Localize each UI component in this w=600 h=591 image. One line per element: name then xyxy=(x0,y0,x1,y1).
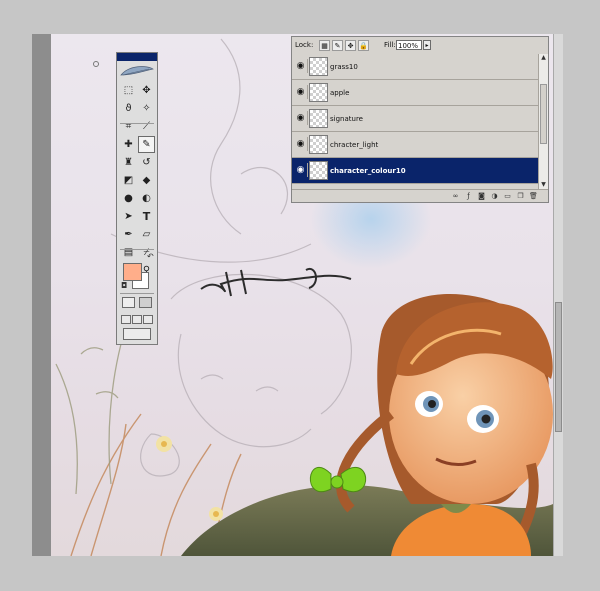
quick-mask-button[interactable] xyxy=(139,297,152,308)
history-brush-icon[interactable]: ↺ xyxy=(138,154,155,171)
layers-scrollbar[interactable]: ▲ ▼ xyxy=(538,54,548,189)
canvas-vertical-scrollbar[interactable] xyxy=(553,34,563,556)
lock-all-icon[interactable]: 🔒 xyxy=(358,40,369,51)
tool-grid: ⬚ ✥ ϑ ✧ ⌗ ⟋ ✚ ✎ ♜ ↺ ◩ ◆ ● ◐ ➤ T ✒ ▱ ▤ ⌿ … xyxy=(120,82,156,280)
layer-name: signature xyxy=(330,115,363,123)
stamp-icon[interactable]: ♜ xyxy=(120,154,137,171)
standard-screen-button[interactable] xyxy=(121,315,131,324)
tools-palette-titlebar[interactable] xyxy=(117,53,157,61)
scrollbar-thumb[interactable] xyxy=(555,302,562,432)
lock-label: Lock: xyxy=(295,41,314,49)
blur-icon[interactable]: ● xyxy=(120,190,137,207)
pen-icon[interactable]: ✒ xyxy=(120,226,137,243)
fill-arrow-icon[interactable]: ▸ xyxy=(423,40,431,50)
fill-input[interactable]: 100% xyxy=(396,40,422,50)
standard-mode-button[interactable] xyxy=(122,297,135,308)
dodge-icon[interactable]: ◐ xyxy=(138,190,155,207)
lock-image-icon[interactable]: ✎ xyxy=(332,40,343,51)
path-select-icon[interactable]: ➤ xyxy=(120,208,137,225)
tool-separator xyxy=(120,293,154,294)
layer-row[interactable]: ◉ signature xyxy=(292,106,538,132)
tools-palette: ⬚ ✥ ϑ ✧ ⌗ ⟋ ✚ ✎ ♜ ↺ ◩ ◆ ● ◐ ➤ T ✒ ▱ ▤ ⌿ … xyxy=(116,52,158,345)
slice-icon[interactable]: ⟋ xyxy=(138,118,155,135)
layers-scrollbar-thumb[interactable] xyxy=(540,84,547,144)
layer-list: ◉ grass10 ◉ apple ◉ signature ◉ chracter… xyxy=(292,54,538,189)
new-layer-icon[interactable]: ❐ xyxy=(516,192,525,201)
marquee-icon[interactable]: ⬚ xyxy=(120,82,137,99)
workspace-gutter xyxy=(32,34,51,556)
visibility-eye-icon[interactable]: ◉ xyxy=(294,111,308,125)
layer-thumbnail xyxy=(309,161,328,180)
layer-thumbnail xyxy=(309,83,328,102)
layer-thumbnail xyxy=(309,135,328,154)
full-screen-menu-button[interactable] xyxy=(132,315,142,324)
default-colors-icon[interactable]: ◘ xyxy=(121,281,127,290)
visibility-eye-icon[interactable]: ◉ xyxy=(294,85,308,99)
visibility-eye-icon[interactable]: ◉ xyxy=(294,59,308,73)
layer-row[interactable]: ◉ chracter_light xyxy=(292,132,538,158)
notes-icon[interactable]: ▤ xyxy=(120,244,137,261)
swap-colors-icon[interactable]: ↶ xyxy=(147,252,154,261)
trash-icon[interactable]: 🗑 xyxy=(529,192,538,201)
lock-transparent-icon[interactable]: ▦ xyxy=(319,40,330,51)
layer-thumbnail xyxy=(309,57,328,76)
adjustment-icon[interactable]: ◑ xyxy=(490,192,499,201)
full-screen-button[interactable] xyxy=(143,315,153,324)
layers-options-bar: Lock: ▦ ✎ ✥ 🔒 Fill: 100% ▸ xyxy=(292,37,548,53)
healing-icon[interactable]: ✚ xyxy=(120,136,137,153)
scroll-up-icon[interactable]: ▲ xyxy=(539,54,548,62)
jump-to-imageready-button[interactable] xyxy=(123,328,151,340)
foreground-color-swatch[interactable] xyxy=(123,263,142,281)
tool-separator xyxy=(120,123,154,124)
mask-icon[interactable]: ◙ xyxy=(477,192,486,201)
type-icon[interactable]: T xyxy=(138,208,155,225)
lock-position-icon[interactable]: ✥ xyxy=(345,40,356,51)
layers-footer: ∞ ƒ ◙ ◑ ▭ ❐ 🗑 xyxy=(292,189,548,203)
layer-name: character_colour10 xyxy=(330,167,406,175)
layer-row[interactable]: ◉ grass10 xyxy=(292,54,538,80)
layer-name: apple xyxy=(330,89,350,97)
layer-name: grass10 xyxy=(330,63,358,71)
move-icon[interactable]: ✥ xyxy=(138,82,155,99)
scroll-down-icon[interactable]: ▼ xyxy=(539,181,548,189)
shape-icon[interactable]: ▱ xyxy=(138,226,155,243)
layers-panel: Lock: ▦ ✎ ✥ 🔒 Fill: 100% ▸ ◉ grass10 ◉ a… xyxy=(291,36,549,203)
visibility-eye-icon[interactable]: ◉ xyxy=(294,137,308,151)
bucket-icon[interactable]: ◆ xyxy=(138,172,155,189)
magic-wand-icon[interactable]: ✧ xyxy=(138,100,155,117)
link-icon[interactable]: ∞ xyxy=(451,192,460,201)
crop-icon[interactable]: ⌗ xyxy=(120,118,137,135)
layer-style-icon[interactable]: ƒ xyxy=(464,192,473,201)
layer-row-selected[interactable]: ◉ character_colour10 xyxy=(292,158,538,184)
lasso-icon[interactable]: ϑ xyxy=(120,100,137,117)
layer-row[interactable]: ◉ apple xyxy=(292,80,538,106)
fill-label: Fill: xyxy=(384,41,396,49)
layer-name: chracter_light xyxy=(330,141,379,149)
brush-icon[interactable]: ✎ xyxy=(138,136,155,153)
eraser-icon[interactable]: ◩ xyxy=(120,172,137,189)
tool-separator xyxy=(120,249,154,250)
layer-thumbnail xyxy=(309,109,328,128)
group-icon[interactable]: ▭ xyxy=(503,192,512,201)
photoshop-workspace: ⬚ ✥ ϑ ✧ ⌗ ⟋ ✚ ✎ ♜ ↺ ◩ ◆ ● ◐ ➤ T ✒ ▱ ▤ ⌿ … xyxy=(0,0,600,591)
lock-buttons: ▦ ✎ ✥ 🔒 xyxy=(319,40,369,51)
visibility-eye-icon[interactable]: ◉ xyxy=(294,163,308,177)
feather-logo-icon[interactable] xyxy=(119,63,155,79)
brush-cursor-icon xyxy=(93,61,99,67)
